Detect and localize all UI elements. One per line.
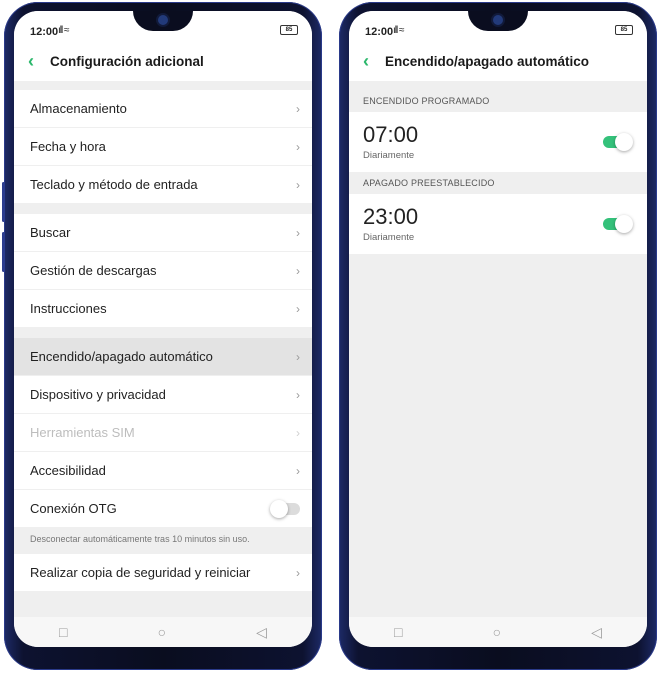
settings-item-herramientas-sim: Herramientas SIM › [14,414,312,452]
chevron-right-icon: › [296,387,300,402]
item-label: Herramientas SIM [30,425,135,440]
settings-list: Almacenamiento › Fecha y hora › Teclado y … [14,90,312,617]
signal-icon: ıll ≈ [58,25,69,36]
section-header: ENCENDIDO PROGRAMADO [349,90,647,112]
signal-icon: ıll ≈ [393,25,404,36]
on-time[interactable]: 07:00 [363,122,418,148]
item-label: Instrucciones [30,301,107,316]
circle-icon[interactable]: ○ [493,624,501,640]
item-label: Conexión OTG [30,501,117,516]
scheduled-off-row[interactable]: 23:00 Diariamente [349,194,647,254]
settings-group: Almacenamiento › Fecha y hora › Teclado y … [14,90,312,204]
left-screen: 12:00 ıll ≈ 85 ‹ Configuración adicional… [14,11,312,647]
chevron-right-icon: › [296,565,300,580]
item-label: Teclado y método de entrada [30,177,198,192]
back-arrow-icon[interactable]: ‹ [363,52,377,70]
settings-item-dispositivo-privacidad[interactable]: Dispositivo y privacidad › [14,376,312,414]
status-time: 12:00 [365,26,394,38]
settings-item-instrucciones[interactable]: Instrucciones › [14,290,312,328]
item-label: Gestión de descargas [30,263,157,278]
app-bar: ‹ Encendido/apagado automático [349,41,647,81]
camera-icon [493,15,503,25]
settings-group: Encendido/apagado automático › Dispositiv… [14,338,312,528]
section-header: APAGADO PREESTABLECIDO [349,172,647,194]
settings-item-buscar[interactable]: Buscar › [14,214,312,252]
chevron-right-icon: › [296,425,300,440]
chevron-right-icon: › [296,263,300,278]
item-label: Accesibilidad [30,463,106,478]
otg-toggle[interactable] [270,499,300,518]
chevron-right-icon: › [296,349,300,364]
page-title: Encendido/apagado automático [385,53,590,69]
app-bar: ‹ Configuración adicional [14,41,312,81]
settings-item-otg: Conexión OTG [14,490,312,528]
right-screen: 12:00 ıll ≈ 85 ‹ Encendido/apagado autom… [349,11,647,647]
chevron-right-icon: › [296,101,300,116]
auto-power-content: ENCENDIDO PROGRAMADO 07:00 Diariamente A… [349,90,647,617]
item-label: Almacenamiento [30,101,127,116]
settings-group: Buscar › Gestión de descargas › Instruccio… [14,214,312,328]
settings-item-copia-seguridad[interactable]: Realizar copia de seguridad y reiniciar › [14,554,312,592]
volume-button [2,232,5,272]
off-frequency: Diariamente [363,232,415,243]
page-title: Configuración adicional [50,53,204,69]
otg-note: Desconectar automáticamente tras 10 minu… [14,528,312,554]
left-phone-frame: 12:00 ıll ≈ 85 ‹ Configuración adicional… [2,2,322,670]
volume-button [2,182,5,222]
chevron-right-icon: › [296,301,300,316]
chevron-right-icon: › [296,177,300,192]
item-label: Dispositivo y privacidad [30,387,166,402]
battery-icon: 85 [615,25,633,35]
triangle-back-icon[interactable]: ◁ [256,624,267,641]
scheduled-on-row[interactable]: 07:00 Diariamente [349,112,647,172]
square-icon[interactable]: □ [394,624,402,640]
item-label: Buscar [30,225,71,240]
circle-icon[interactable]: ○ [158,624,166,640]
chevron-right-icon: › [296,225,300,240]
square-icon[interactable]: □ [59,624,67,640]
battery-icon: 85 [280,25,298,35]
settings-item-descargas[interactable]: Gestión de descargas › [14,252,312,290]
settings-item-almacenamiento[interactable]: Almacenamiento › [14,90,312,128]
settings-item-accesibilidad[interactable]: Accesibilidad › [14,452,312,490]
on-toggle[interactable] [603,133,633,151]
off-toggle[interactable] [603,215,633,233]
item-label: Encendido/apagado automático [30,349,213,364]
back-arrow-icon[interactable]: ‹ [28,52,42,70]
chevron-right-icon: › [296,463,300,478]
settings-item-encendido-apagado[interactable]: Encendido/apagado automático › [14,338,312,376]
nav-bar: □ ○ ◁ [349,617,647,647]
right-phone-frame: 12:00 ıll ≈ 85 ‹ Encendido/apagado autom… [339,2,657,670]
on-frequency: Diariamente [363,150,415,161]
settings-group: Realizar copia de seguridad y reiniciar › [14,554,312,592]
off-time[interactable]: 23:00 [363,204,418,230]
camera-icon [158,15,168,25]
nav-bar: □ ○ ◁ [14,617,312,647]
item-label: Realizar copia de seguridad y reiniciar [30,565,251,580]
settings-item-teclado[interactable]: Teclado y método de entrada › [14,166,312,204]
item-label: Fecha y hora [30,139,106,154]
status-time: 12:00 [30,26,59,38]
settings-item-fecha-hora[interactable]: Fecha y hora › [14,128,312,166]
triangle-back-icon[interactable]: ◁ [591,624,602,641]
chevron-right-icon: › [296,139,300,154]
